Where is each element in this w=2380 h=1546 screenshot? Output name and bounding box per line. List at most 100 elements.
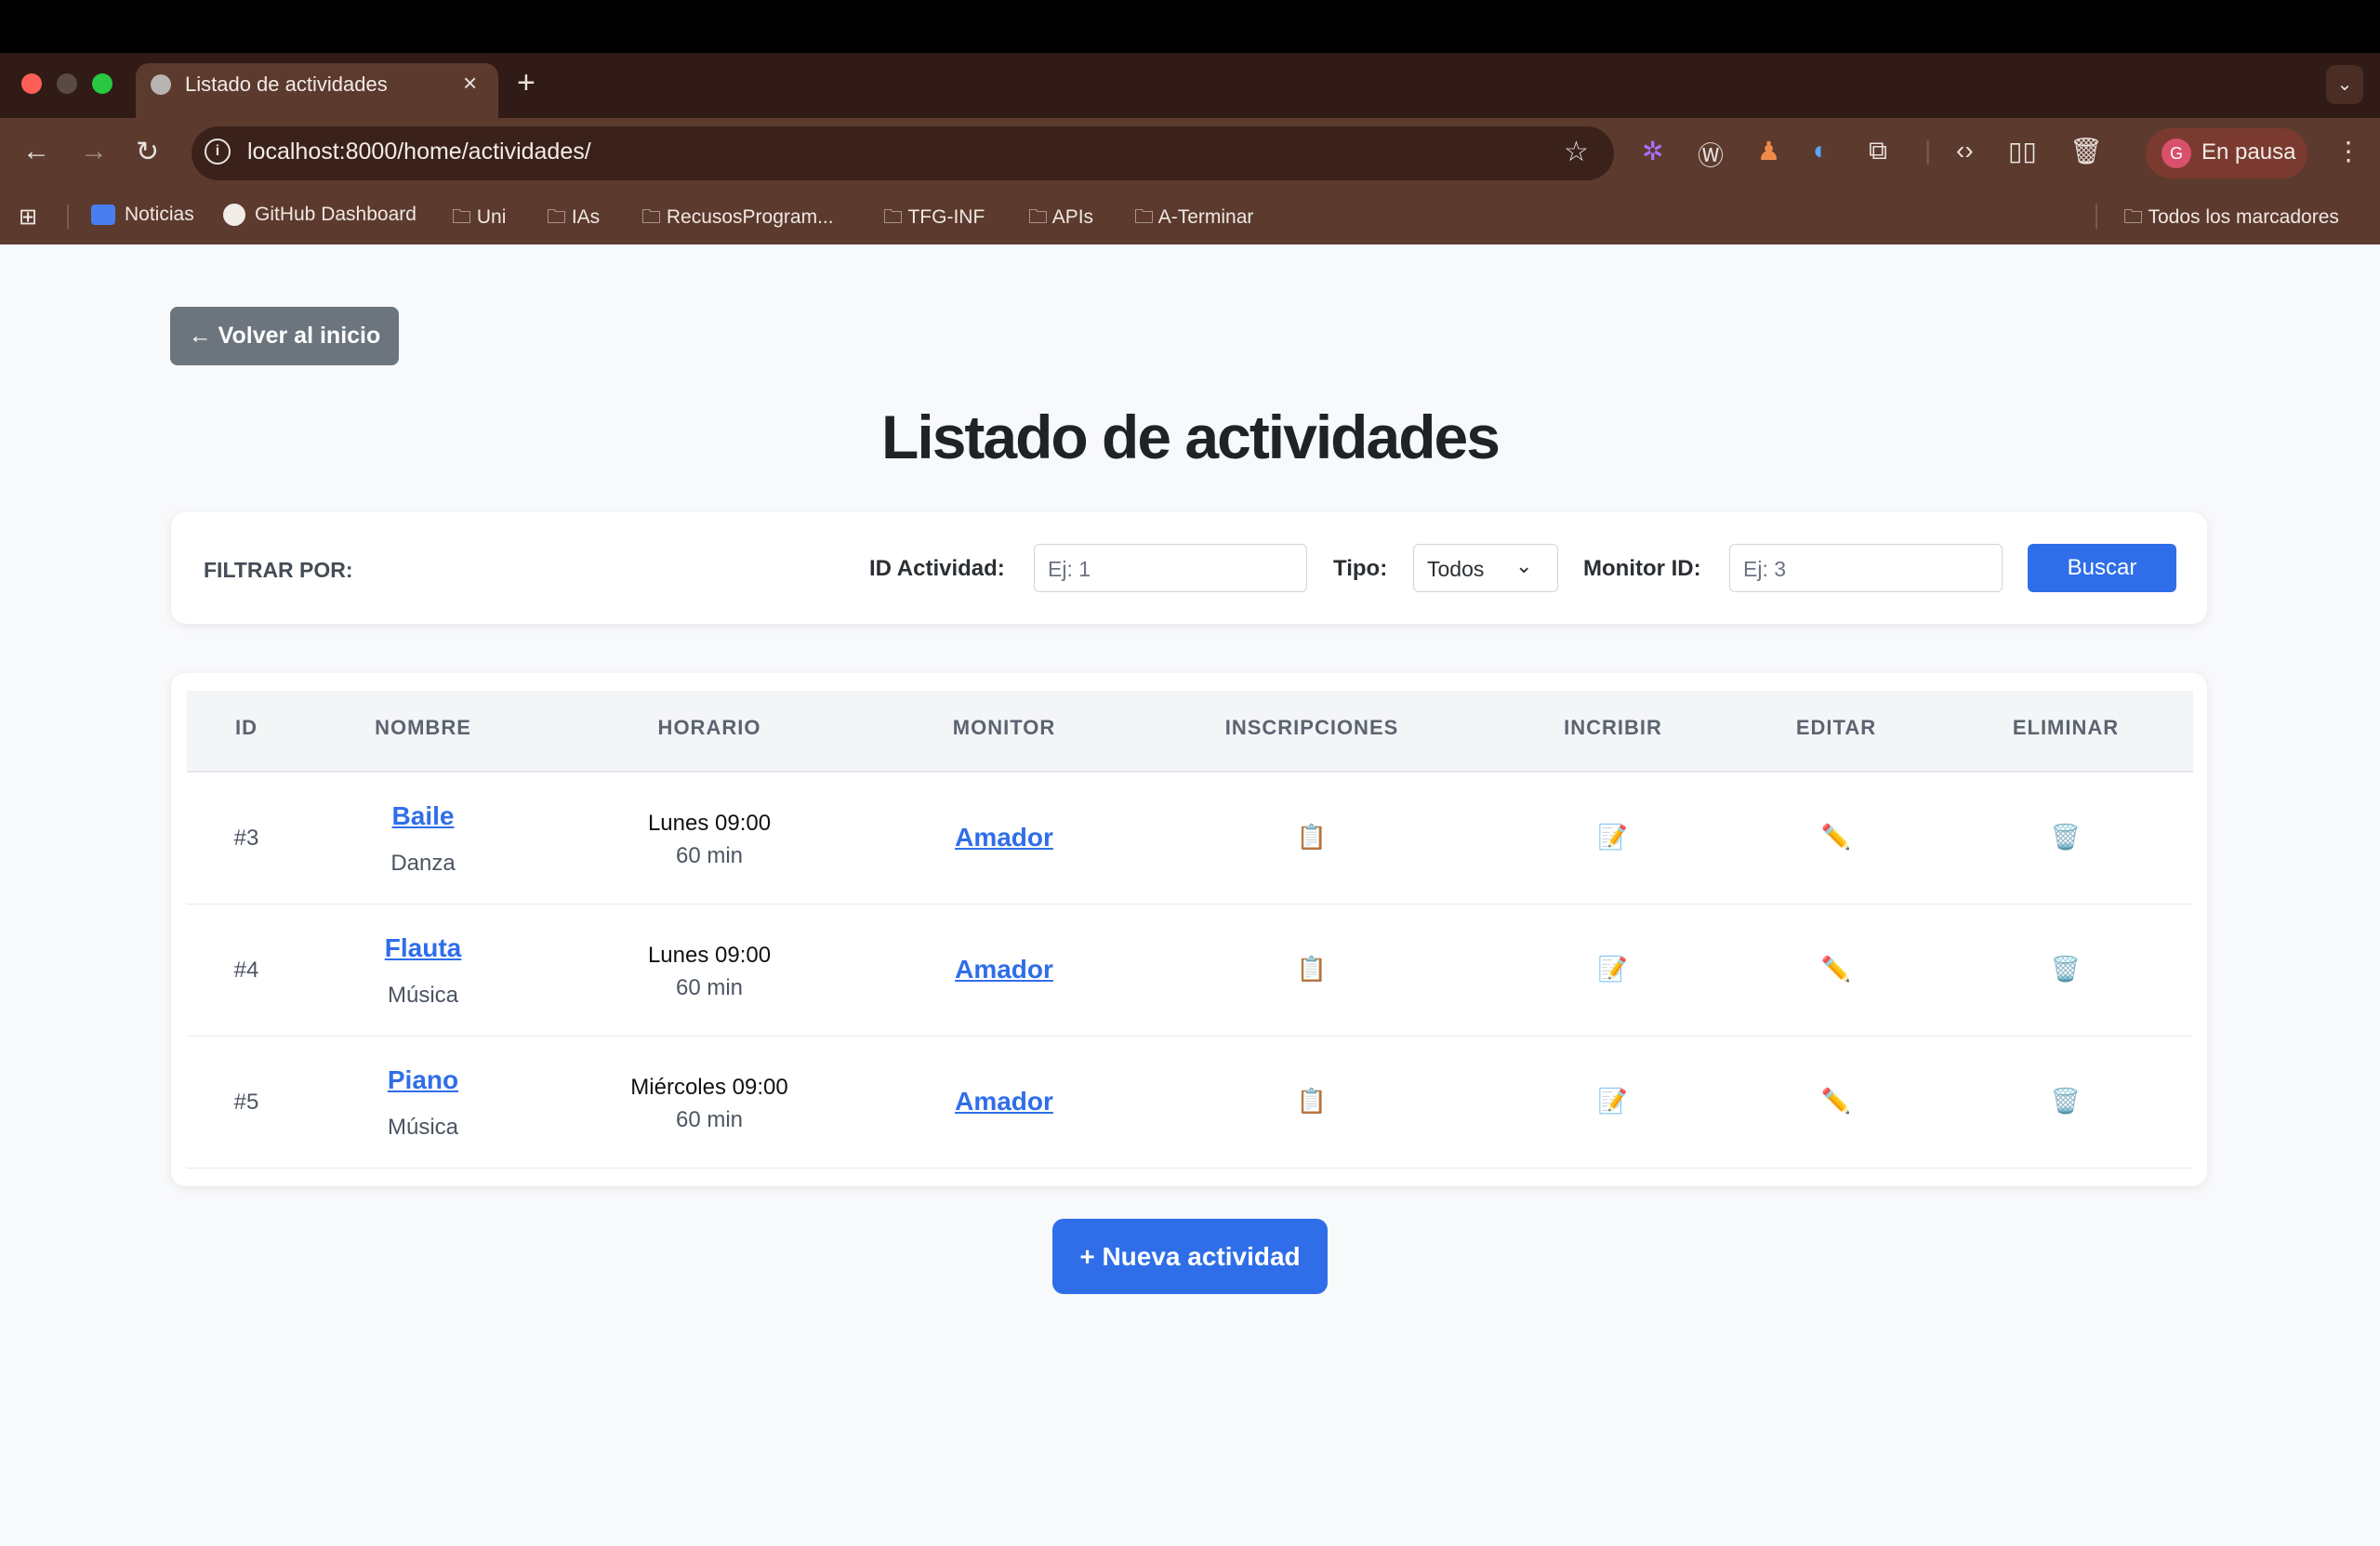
bookmark-label: Noticias (125, 204, 194, 225)
folder-icon: 🗀 (452, 206, 477, 228)
bookmark-label: RecusosProgram... (666, 206, 834, 228)
activity-type: Danza (390, 851, 456, 876)
forward-arrow-icon[interactable]: → (80, 136, 108, 167)
bookmark-label: Uni (476, 206, 507, 228)
character-extension-icon[interactable]: ♟ (1757, 136, 1780, 166)
bookmark-ias[interactable]: 🗀 IAs (547, 204, 600, 236)
activity-duration: 60 min (675, 843, 744, 868)
toolbar-divider: | (1924, 136, 1932, 165)
pencil-icon[interactable]: ✏️ (1821, 1087, 1851, 1116)
row-id: #3 (233, 826, 259, 851)
clipboard-icon[interactable]: 📋 (1297, 955, 1327, 984)
trash-extension-icon[interactable]: 🗑 (2069, 136, 2103, 166)
folder-icon: 🗀 (1134, 206, 1158, 228)
memo-icon[interactable]: 📝 (1598, 823, 1628, 852)
bookmark-recursos[interactable]: 🗀 RecusosProgram... (641, 204, 834, 236)
profile-status: En pausa (2202, 139, 2296, 165)
type-filter-select[interactable]: Todos (1413, 544, 1558, 592)
new-tab-button[interactable]: + (517, 65, 536, 101)
folder-icon: 🗀 (547, 206, 572, 228)
bookmark-a-terminar[interactable]: 🗀 A-Terminar (1134, 204, 1253, 236)
type-filter-label: Tipo: (1333, 556, 1388, 581)
table-header (187, 691, 2193, 773)
page-title: Listado de actividades (881, 403, 1501, 471)
reload-icon[interactable]: ↻ (136, 136, 159, 168)
trash-icon[interactable]: 🗑️ (2051, 823, 2081, 852)
memo-icon[interactable]: 📝 (1598, 1087, 1628, 1116)
sync-extension-icon[interactable]: ◐ (1813, 136, 1829, 165)
bookmark-star-icon[interactable]: ☆ (1564, 136, 1589, 168)
folder-icon: 🗀 (1028, 206, 1052, 228)
bookmark-label: A-Terminar (1157, 206, 1254, 228)
maximize-window-button[interactable] (92, 73, 112, 94)
row-id: #4 (233, 958, 259, 983)
bookmark-divider (2096, 205, 2097, 229)
bookmark-uni[interactable]: 🗀 Uni (452, 204, 506, 236)
activity-type: Música (387, 1115, 459, 1140)
bookmark-label: TFG-INF (907, 206, 985, 228)
close-window-button[interactable] (21, 73, 42, 94)
bookmark-divider (67, 205, 69, 229)
bookmark-noticias[interactable]: Noticias (91, 204, 194, 226)
monitor-link[interactable]: Amador (955, 955, 1053, 984)
news-icon (91, 205, 115, 226)
new-activity-button[interactable]: + Nueva actividad (1052, 1219, 1328, 1294)
folder-icon: 🗀 (641, 206, 667, 228)
monitor-link[interactable]: Amador (955, 1087, 1053, 1117)
apps-grid-icon[interactable]: ⊞ (19, 204, 37, 231)
avatar: G (2162, 139, 2191, 168)
bookmark-apis[interactable]: 🗀 APIs (1028, 204, 1093, 236)
activity-name-link[interactable]: Baile (392, 801, 455, 831)
minimize-window-button[interactable] (57, 73, 77, 94)
bookmark-label: GitHub Dashboard (255, 204, 416, 225)
trash-icon[interactable]: 🗑️ (2051, 1087, 2081, 1116)
bookmark-label: APIs (1051, 206, 1094, 228)
id-filter-label: ID Actividad: (869, 556, 1005, 581)
tab-close-icon[interactable]: × (463, 69, 477, 98)
monitor-link[interactable]: Amador (955, 823, 1053, 852)
bookmark-tfg[interactable]: 🗀 TFG-INF (883, 204, 985, 236)
bookmark-label: IAs (571, 206, 601, 228)
puzzle-extensions-icon[interactable]: ⧉ (1869, 136, 1887, 166)
trash-icon[interactable]: 🗑️ (2051, 955, 2081, 984)
id-filter-input[interactable]: Ej: 1 (1034, 544, 1307, 592)
tab-title: Listado de actividades (185, 73, 388, 96)
activity-duration: 60 min (675, 1107, 744, 1132)
code-icon[interactable]: ‹› (1956, 136, 1974, 165)
globe-icon (151, 74, 171, 95)
chevron-down-icon: ⌄ (1515, 554, 1533, 577)
pencil-icon[interactable]: ✏️ (1821, 823, 1851, 852)
all-bookmarks[interactable]: 🗀 Todos los marcadores (2123, 204, 2339, 236)
header-monitor: MONITOR (952, 716, 1056, 739)
header-eliminar: ELIMINAR (2012, 716, 2120, 739)
memo-icon[interactable]: 📝 (1598, 955, 1628, 984)
activity-schedule: Lunes 09:00 (647, 943, 772, 968)
clipboard-icon[interactable]: 📋 (1297, 1087, 1327, 1116)
url-text[interactable]: localhost:8000/home/actividades/ (247, 139, 591, 165)
screen-top-bar (0, 0, 2380, 53)
activity-name-link[interactable]: Piano (388, 1065, 458, 1095)
folder-icon: 🗀 (2123, 206, 2149, 228)
pencil-icon[interactable]: ✏️ (1821, 955, 1851, 984)
activity-name-link[interactable]: Flauta (385, 933, 461, 963)
tab-search-button[interactable]: ⌄ (2326, 65, 2363, 104)
reading-mode-icon[interactable]: ▯▯ (2008, 136, 2037, 166)
activity-schedule: Lunes 09:00 (647, 811, 772, 836)
w-extension-icon[interactable]: Ⓦ (1698, 136, 1724, 173)
back-arrow-icon[interactable]: ← (22, 136, 50, 167)
more-menu-icon[interactable]: ⋮ (2335, 136, 2361, 166)
github-icon (223, 204, 245, 227)
filter-heading: FILTRAR POR: (204, 558, 353, 582)
gear-extension-icon[interactable]: ✲ (1642, 136, 1663, 166)
activity-duration: 60 min (675, 975, 744, 1000)
search-button[interactable]: Buscar (2028, 544, 2176, 592)
site-info-icon[interactable]: i (205, 139, 231, 165)
header-horario: HORARIO (657, 716, 761, 739)
bookmark-github[interactable]: GitHub Dashboard (223, 204, 416, 227)
clipboard-icon[interactable]: 📋 (1297, 823, 1327, 852)
back-home-button[interactable]: ← Volver al inicio (170, 307, 399, 365)
bookmark-label: Todos los marcadores (2148, 206, 2339, 228)
row-id: #5 (233, 1090, 259, 1115)
monitor-filter-label: Monitor ID: (1583, 556, 1701, 581)
monitor-filter-input[interactable]: Ej: 3 (1729, 544, 2003, 592)
